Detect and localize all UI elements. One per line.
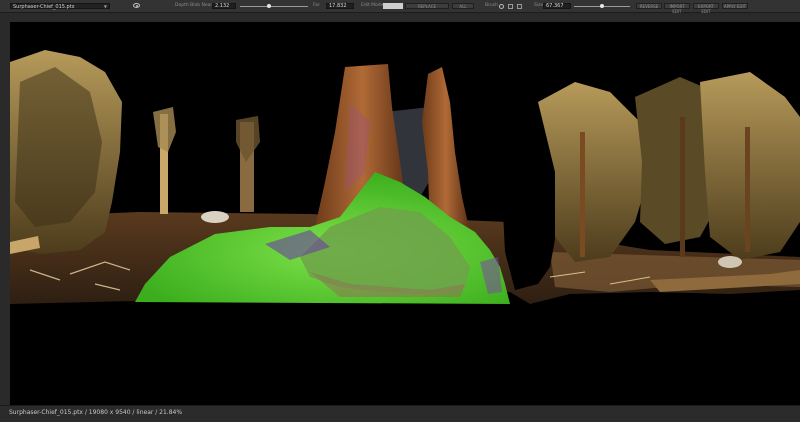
file-select-value: Surphaser-Chief_015.ptx: [13, 4, 75, 10]
size-slider-handle[interactable]: [600, 3, 604, 8]
size-input[interactable]: 67.367: [543, 3, 571, 9]
import-edit-button[interactable]: IMPORT EDIT: [664, 3, 690, 14]
file-select[interactable]: Surphaser-Chief_015.ptx ▼: [10, 3, 110, 10]
size-slider[interactable]: [574, 3, 630, 8]
status-bar: Surphaser-Chief_015.ptx / 19080 x 9540 /…: [0, 405, 800, 422]
edit-mode-swatch[interactable]: [383, 3, 403, 9]
top-toolbar: Surphaser-Chief_015.ptx ▼ Depth Blob Nea…: [0, 0, 800, 14]
far-label: Far: [313, 3, 320, 8]
panorama-image: [10, 50, 800, 304]
size-label: Size: [534, 3, 544, 8]
apply-edit-button[interactable]: APPLY EDIT: [722, 3, 748, 9]
depth-near-input[interactable]: 2.132: [212, 3, 236, 9]
far-input[interactable]: 17.832: [326, 3, 354, 9]
chevron-down-icon: ▼: [103, 4, 107, 9]
panorama-viewport[interactable]: [10, 22, 800, 405]
depth-near-slider[interactable]: [240, 3, 308, 8]
eye-icon[interactable]: [133, 3, 140, 8]
edit-mode-label: Edit Mode: [361, 3, 384, 8]
depth-near-slider-handle[interactable]: [266, 3, 271, 8]
export-edit-button[interactable]: EXPORT EDIT: [693, 3, 719, 14]
brush-label: Brush: [485, 3, 498, 8]
reverse-button[interactable]: REVERSE: [636, 3, 662, 9]
replace-button[interactable]: REPLACE: [405, 3, 449, 9]
status-text: Surphaser-Chief_015.ptx / 19080 x 9540 /…: [9, 409, 183, 416]
depth-near-label: Depth Blob Near: [175, 3, 213, 8]
brush-lasso-icon[interactable]: [517, 3, 522, 9]
brush-square-icon[interactable]: [508, 3, 513, 9]
all-button[interactable]: ALL: [452, 3, 474, 9]
brush-circle-icon[interactable]: [499, 3, 504, 9]
